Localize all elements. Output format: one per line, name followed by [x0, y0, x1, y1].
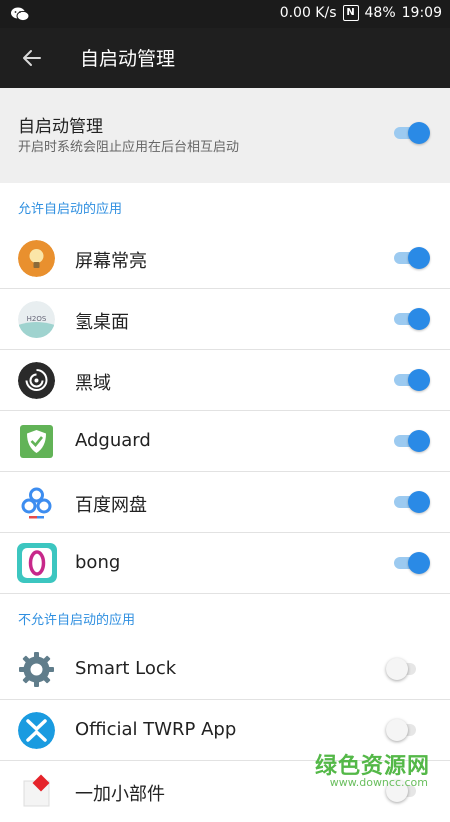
- page-title: 自启动管理: [80, 48, 176, 70]
- app-toggle[interactable]: [394, 552, 430, 574]
- nfc-icon: N: [342, 5, 359, 21]
- list-item[interactable]: Smart Lock: [0, 639, 450, 700]
- app-name: Smart Lock: [75, 658, 177, 679]
- app-name: 氢桌面: [75, 312, 129, 333]
- h2os-icon: H2OS: [18, 301, 55, 338]
- status-bar: 0.00 K/s N 48% 19:09: [0, 0, 450, 28]
- shield-icon: [18, 423, 55, 460]
- app-name: Adguard: [75, 430, 151, 451]
- app-toggle[interactable]: [394, 247, 430, 269]
- toolbar: 自启动管理: [0, 28, 450, 88]
- list-item[interactable]: Adguard: [0, 411, 450, 472]
- black-hole-icon: [18, 362, 55, 399]
- list-item[interactable]: 屏幕常亮: [0, 228, 450, 289]
- app-name: 百度网盘: [75, 495, 147, 516]
- widget-icon: [18, 773, 55, 810]
- disallowed-section-header: 不允许自启动的应用: [18, 613, 136, 628]
- app-toggle[interactable]: [394, 308, 430, 330]
- app-name: 屏幕常亮: [75, 251, 147, 272]
- app-toggle[interactable]: [386, 719, 422, 741]
- baidu-cloud-icon: [18, 484, 55, 521]
- allowed-section-header: 允许自启动的应用: [18, 202, 123, 217]
- back-arrow-icon[interactable]: [18, 44, 46, 72]
- clock: 19:09: [401, 5, 442, 21]
- app-name: bong: [75, 552, 121, 573]
- battery-level: 48%: [364, 5, 396, 21]
- list-item[interactable]: 黑域: [0, 350, 450, 411]
- app-name: 黑域: [75, 373, 111, 394]
- list-item[interactable]: bong: [0, 533, 450, 594]
- svg-text:H2OS: H2OS: [27, 315, 47, 323]
- app-toggle[interactable]: [394, 369, 430, 391]
- master-subtitle: 开启时系统会阻止应用在后台相互启动: [18, 140, 240, 155]
- app-name: Official TWRP App: [75, 719, 237, 740]
- twrp-icon: [18, 712, 55, 749]
- app-name: 一加小部件: [75, 784, 165, 805]
- app-toggle[interactable]: [386, 658, 422, 680]
- master-toggle[interactable]: [394, 122, 430, 144]
- wechat-icon: [10, 6, 30, 26]
- lightbulb-icon: [18, 240, 55, 277]
- watermark-url: www.downcc.com: [329, 776, 428, 789]
- master-title: 自启动管理: [18, 117, 103, 137]
- bong-icon: [17, 543, 57, 583]
- master-autostart-setting[interactable]: 自启动管理 开启时系统会阻止应用在后台相互启动: [0, 88, 450, 183]
- network-speed: 0.00 K/s: [279, 5, 337, 21]
- list-item[interactable]: 百度网盘: [0, 472, 450, 533]
- app-toggle[interactable]: [394, 430, 430, 452]
- divider: [0, 593, 450, 594]
- gear-icon: [18, 651, 55, 688]
- app-toggle[interactable]: [394, 491, 430, 513]
- list-item[interactable]: H2OS 氢桌面: [0, 289, 450, 350]
